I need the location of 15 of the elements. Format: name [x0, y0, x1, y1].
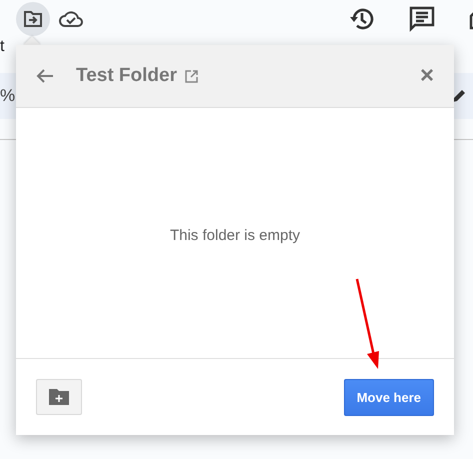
move-here-button[interactable]: Move here [344, 378, 434, 416]
comment-icon[interactable] [409, 6, 435, 32]
pencil-icon[interactable] [451, 88, 467, 104]
move-folder-button[interactable] [16, 2, 50, 36]
history-icon[interactable] [349, 6, 375, 32]
folder-arrow-icon [23, 10, 43, 28]
back-arrow-icon[interactable] [36, 68, 54, 84]
folder-title: Test Folder [76, 65, 177, 87]
zoom-text[interactable]: % [0, 86, 16, 106]
empty-message: This folder is empty [170, 226, 300, 244]
new-folder-icon [49, 388, 69, 406]
close-button[interactable]: × [416, 62, 438, 90]
menu-item[interactable]: t [0, 38, 4, 56]
open-external-icon[interactable] [185, 70, 198, 82]
new-folder-button[interactable] [36, 379, 82, 415]
